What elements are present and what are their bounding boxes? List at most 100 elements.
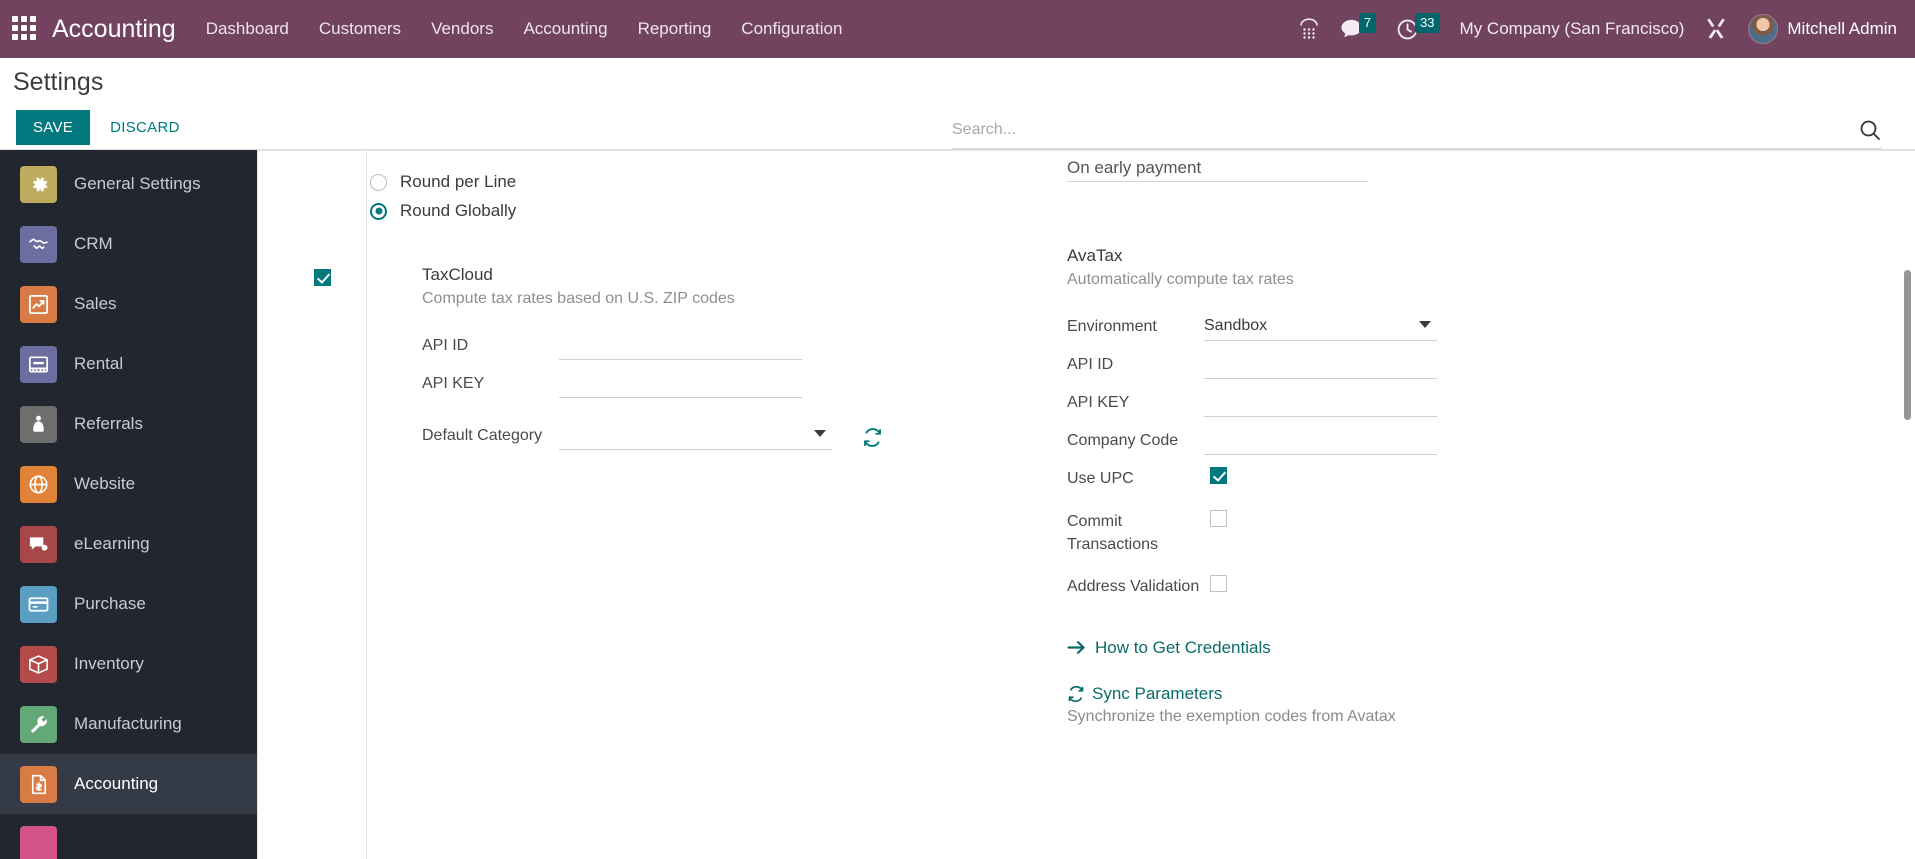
save-button[interactable]: SAVE (16, 110, 91, 145)
vertical-scrollbar[interactable] (1903, 150, 1912, 859)
control-panel: Settings SAVE DISCARD (0, 58, 1915, 150)
avatax-address-validation-checkbox[interactable] (1210, 574, 1227, 592)
sidebar-item-label: Manufacturing (74, 714, 182, 733)
avatax-company-code-row: Company Code (1067, 429, 1823, 455)
sidebar-item-purchase[interactable]: Purchase (0, 574, 257, 634)
activities-counter[interactable]: 33 (1396, 13, 1440, 41)
globe-icon (20, 465, 57, 503)
avatax-use-upc-label: Use UPC (1067, 470, 1134, 487)
phone-dialpad-icon[interactable] (1298, 17, 1320, 41)
sidebar-item-accounting[interactable]: Accounting (0, 754, 257, 814)
taxcloud-checkbox[interactable] (314, 269, 331, 286)
sidebar-item-label: Rental (74, 354, 124, 373)
tools-icon[interactable] (1704, 17, 1728, 41)
avatax-commit-transactions-checkbox[interactable] (1210, 510, 1227, 528)
menu-item-vendors[interactable]: Vendors (431, 19, 493, 39)
rounding-option-round-globally[interactable]: Round Globally (314, 201, 1033, 221)
menu-item-configuration[interactable]: Configuration (741, 19, 842, 39)
taxcloud-api-key-input[interactable] (559, 372, 802, 398)
page-title: Settings (13, 68, 104, 96)
sidebar-item-general-settings[interactable]: General Settings (0, 154, 257, 214)
radio-unchecked-icon[interactable] (370, 173, 387, 191)
taxcloud-default-category-select[interactable] (559, 424, 832, 450)
avatax-environment-label: Environment (1067, 318, 1157, 335)
apps-grid-icon[interactable] (12, 16, 38, 42)
feature-taxcloud: TaxCloud Compute tax rates based on U.S.… (314, 265, 1033, 462)
avatax-company-code-input[interactable] (1204, 429, 1437, 455)
avatax-api-id-input[interactable] (1204, 353, 1437, 379)
rounding-option-round-per-line[interactable]: Round per Line (314, 172, 1033, 192)
sidebar-item-crm[interactable]: CRM (0, 214, 257, 274)
box-icon (20, 645, 57, 683)
avatax-environment-select[interactable] (1204, 315, 1437, 341)
avatax-api-id-label: API ID (1067, 356, 1114, 373)
page-body: General Settings CRM Sales Rental Referr… (0, 150, 1915, 859)
avatax-api-key-label: API KEY (1067, 394, 1130, 411)
invoice-dollar-icon (20, 765, 57, 803)
avatax-address-validation-label: Address Validation (1067, 577, 1200, 595)
avatax-use-upc-row: Use UPC (1067, 467, 1823, 490)
sidebar-item-inventory[interactable]: Inventory (0, 634, 257, 694)
radio-checked-icon[interactable] (370, 202, 387, 220)
sidebar-item-elearning[interactable]: eLearning (0, 514, 257, 574)
wrench-icon (20, 705, 57, 743)
avatax-description: Automatically compute tax rates (1067, 271, 1294, 288)
sidebar-item-sales[interactable]: Sales (0, 274, 257, 334)
sidebar-item-label: Referrals (74, 414, 143, 433)
search-bar (952, 118, 1882, 149)
avatax-environment-select-wrap (1204, 315, 1437, 341)
messages-counter[interactable]: 7 (1340, 13, 1377, 40)
sync-parameters-label: Sync Parameters (1092, 683, 1223, 703)
menu-item-customers[interactable]: Customers (319, 19, 401, 39)
avatax-address-validation-row: Address Validation (1067, 574, 1823, 598)
pink-app-icon (20, 825, 57, 859)
sidebar-item-label: Sales (74, 294, 117, 313)
elearning-icon (20, 525, 57, 563)
taxcloud-api-id-label: API ID (422, 337, 469, 354)
sidebar-item-next-app[interactable] (0, 814, 257, 859)
taxcloud-title: TaxCloud (422, 265, 493, 284)
sync-parameters-link[interactable]: Sync Parameters (1067, 684, 1823, 704)
menu-item-dashboard[interactable]: Dashboard (206, 19, 289, 39)
app-brand-title[interactable]: Accounting (52, 15, 176, 44)
search-input[interactable] (952, 121, 1858, 139)
handshake-icon (20, 225, 57, 263)
sidebar-item-label: Inventory (74, 654, 144, 673)
taxcloud-toggle-wrap (314, 265, 370, 286)
taxcloud-refresh-button[interactable] (862, 427, 883, 448)
radio-label: Round per Line (400, 172, 517, 191)
messages-badge: 7 (1358, 13, 1377, 33)
taxcloud-default-category-row: Default Category (422, 424, 883, 450)
user-menu[interactable]: Mitchell Admin (1748, 14, 1897, 44)
settings-right-column: On early payment AvaTax Automatically co… (1033, 150, 1823, 859)
avatax-commit-transactions-row: Commit Transactions (1067, 510, 1823, 556)
search-icon[interactable] (1858, 118, 1882, 142)
sidebar-item-website[interactable]: Website (0, 454, 257, 514)
taxcloud-api-id-input[interactable] (559, 334, 802, 360)
avatax-api-key-input[interactable] (1204, 391, 1437, 417)
avatax-use-upc-checkbox[interactable] (1210, 467, 1227, 484)
company-switcher[interactable]: My Company (San Francisco) (1460, 19, 1685, 39)
settings-sidebar: General Settings CRM Sales Rental Referr… (0, 150, 257, 859)
scrollbar-thumb[interactable] (1904, 270, 1911, 420)
menu-item-reporting[interactable]: Reporting (638, 19, 712, 39)
how-to-get-credentials-link[interactable]: How to Get Credentials (1067, 638, 1823, 658)
user-name-label: Mitchell Admin (1787, 19, 1897, 38)
main-menu: Dashboard Customers Vendors Accounting R… (206, 19, 843, 39)
discard-button[interactable]: DISCARD (102, 110, 188, 145)
avatax-company-code-label: Company Code (1067, 432, 1179, 449)
settings-columns: Round per Line Round Globally TaxCloud C… (258, 150, 1915, 859)
credit-card-icon (20, 585, 57, 623)
taxcloud-default-category-label: Default Category (422, 427, 543, 444)
navbar-right-cluster: 7 33 My Company (San Francisco) Mitchell… (1298, 13, 1897, 44)
menu-item-accounting[interactable]: Accounting (523, 19, 607, 39)
sidebar-item-referrals[interactable]: Referrals (0, 394, 257, 454)
taxcloud-api-id-row: API ID (422, 334, 883, 360)
referrals-icon (20, 405, 57, 443)
taxcloud-api-key-label: API KEY (422, 375, 485, 392)
sidebar-item-rental[interactable]: Rental (0, 334, 257, 394)
sidebar-item-manufacturing[interactable]: Manufacturing (0, 694, 257, 754)
taxcloud-api-key-row: API KEY (422, 372, 883, 398)
sidebar-item-label: CRM (74, 234, 113, 253)
sidebar-item-label: Purchase (74, 594, 146, 613)
